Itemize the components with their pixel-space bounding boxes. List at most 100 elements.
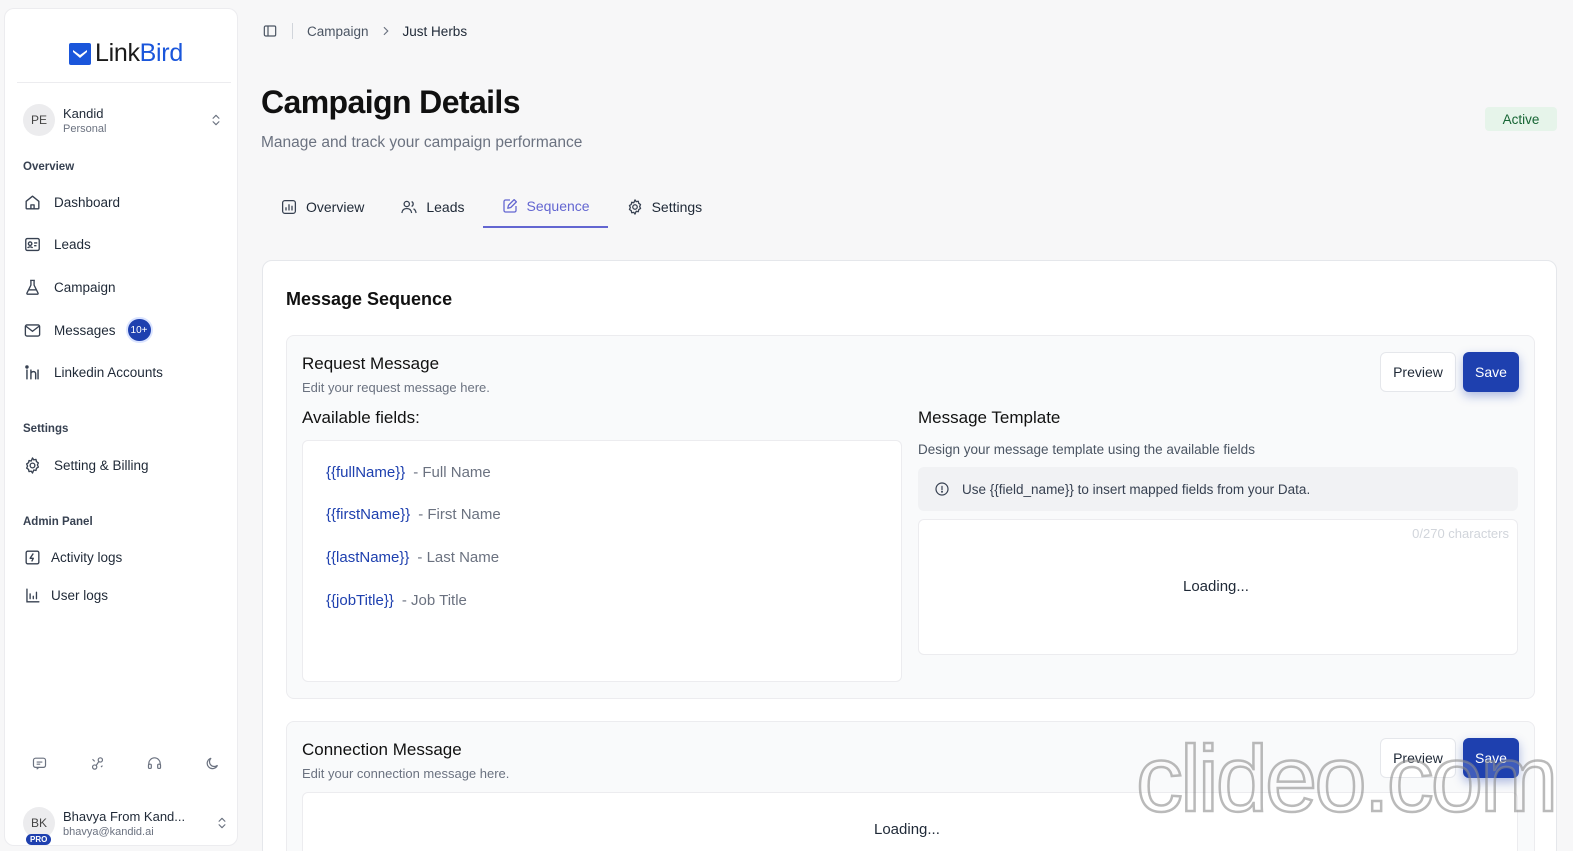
request-save-button[interactable]: Save [1463, 352, 1519, 392]
breadcrumb: Campaign Just Herbs [262, 20, 467, 42]
logo-text: LinkBird [95, 39, 183, 67]
tab-label: Sequence [526, 198, 590, 214]
chevron-right-icon [383, 26, 389, 36]
sidebar-item-label: User logs [51, 587, 109, 603]
field-key: {{fullName}} [326, 464, 406, 481]
contacts-icon [25, 237, 40, 251]
sidebar-utility-icons [31, 755, 221, 772]
sequence-icon [502, 198, 517, 213]
tab-leads[interactable]: Leads [382, 186, 482, 228]
breadcrumb-divider [292, 23, 293, 39]
sidebar-toggle-icon[interactable] [262, 23, 278, 39]
status-badge: Active [1485, 107, 1557, 131]
message-template-subtitle: Design your message template using the a… [918, 442, 1255, 457]
page-title: Campaign Details [261, 84, 521, 120]
messages-count-badge: 10+ [127, 319, 151, 341]
template-hint: Use {{field_name}} to insert mapped fiel… [918, 467, 1518, 511]
section-label-overview: Overview [23, 161, 75, 173]
tab-sequence[interactable]: Sequence [482, 186, 608, 228]
list-item[interactable]: {{firstName}} - First Name [326, 506, 501, 523]
gear-icon [25, 456, 40, 474]
connection-loading-text: Loading... [874, 821, 940, 838]
info-icon [935, 482, 949, 496]
sidebar-item-label: Activity logs [51, 549, 123, 565]
field-description: - First Name [418, 506, 501, 523]
activity-icon [25, 549, 40, 565]
sidebar-item-label: Campaign [54, 279, 116, 295]
list-item[interactable]: {{lastName}} - Last Name [326, 549, 499, 566]
workspace-avatar: PE [23, 104, 55, 136]
workspace-switcher[interactable]: PE Kandid Personal [23, 97, 223, 143]
sidebar-item-activity-logs[interactable]: Activity logs [23, 541, 229, 573]
section-label-admin: Admin Panel [23, 516, 93, 528]
gear-icon [628, 199, 641, 215]
field-key: {{firstName}} [326, 506, 411, 523]
headset-icon[interactable] [146, 755, 163, 772]
watermark: clideo.com [1135, 726, 1560, 831]
user-logs-icon [26, 587, 40, 603]
sidebar-item-campaign[interactable]: Campaign [23, 271, 229, 303]
page-subtitle: Manage and track your campaign performan… [261, 134, 583, 151]
list-item[interactable]: {{fullName}} - Full Name [326, 464, 491, 481]
integrations-icon[interactable] [89, 755, 106, 772]
sidebar-item-label: Setting & Billing [54, 457, 149, 473]
linkedin-icon [25, 364, 39, 380]
user-menu[interactable]: BK PRO Bhavya From Kand... bhavya@kandid… [23, 801, 229, 845]
breadcrumb-current: Just Herbs [402, 23, 468, 39]
field-description: - Last Name [417, 549, 500, 566]
mail-icon [24, 323, 41, 337]
sidebar-item-leads[interactable]: Leads [23, 228, 229, 260]
user-email: bhavya@kandid.ai [63, 825, 154, 838]
sidebar-item-setting-billing[interactable]: Setting & Billing [23, 449, 229, 481]
template-loading-text: Loading... [1183, 578, 1249, 595]
section-label-settings: Settings [23, 423, 69, 435]
available-fields-list: {{fullName}} - Full Name {{firstName}} -… [302, 440, 902, 682]
moon-icon[interactable] [204, 755, 221, 772]
field-key: {{jobTitle}} [326, 592, 394, 609]
chevron-up-down-icon [212, 114, 220, 126]
workspace-type: Personal [63, 122, 107, 135]
sidebar-item-label: Leads [54, 236, 91, 252]
home-icon [25, 194, 40, 210]
template-hint-text: Use {{field_name}} to insert mapped fiel… [962, 481, 1311, 497]
field-key: {{lastName}} [326, 549, 410, 566]
request-message-subtitle: Edit your request message here. [302, 380, 490, 395]
pro-badge: PRO [26, 834, 52, 845]
list-item[interactable]: {{jobTitle}} - Job Title [326, 592, 467, 609]
available-fields-title: Available fields: [302, 408, 420, 427]
connection-message-subtitle: Edit your connection message here. [302, 766, 510, 781]
request-message-title: Request Message [302, 354, 440, 373]
sidebar-item-label: Linkedin Accounts [54, 364, 163, 380]
tab-label: Leads [426, 199, 465, 215]
sidebar-item-user-logs[interactable]: User logs [23, 579, 229, 611]
connection-message-title: Connection Message [302, 740, 462, 759]
sidebar-item-label: Messages [54, 322, 116, 338]
message-template-title: Message Template [918, 408, 1061, 427]
character-count: 0/270 characters [1412, 526, 1509, 541]
user-avatar: BK PRO [23, 807, 55, 845]
sidebar-item-messages[interactable]: Messages 10+ [23, 314, 229, 346]
request-message-panel: Request Message Edit your request messag… [286, 335, 1535, 699]
tab-overview[interactable]: Overview [262, 186, 382, 228]
chat-icon[interactable] [31, 755, 48, 772]
users-icon [401, 200, 418, 214]
message-template-editor[interactable]: 0/270 characters Loading... [918, 519, 1518, 655]
sidebar-item-label: Dashboard [54, 194, 121, 210]
workspace-name: Kandid [63, 105, 104, 121]
field-description: - Full Name [413, 464, 491, 481]
user-name: Bhavya From Kand... [63, 808, 186, 824]
message-sequence-title: Message Sequence [286, 289, 453, 309]
overview-icon [281, 199, 297, 215]
campaign-tabs: Overview Leads Sequence Settings [262, 186, 720, 230]
tab-label: Settings [651, 199, 703, 215]
breadcrumb-campaign[interactable]: Campaign [307, 24, 369, 39]
sidebar-divider [17, 82, 231, 83]
request-preview-button[interactable]: Preview [1380, 352, 1456, 392]
chevron-up-down-icon [218, 817, 226, 829]
sidebar: LinkBird PE Kandid Personal Overview Das… [4, 8, 238, 846]
logo[interactable]: LinkBird [69, 39, 183, 68]
sidebar-item-linkedin-accounts[interactable]: Linkedin Accounts [23, 356, 229, 388]
sidebar-item-dashboard[interactable]: Dashboard [23, 186, 229, 218]
tab-label: Overview [306, 199, 365, 215]
tab-settings[interactable]: Settings [608, 186, 721, 228]
